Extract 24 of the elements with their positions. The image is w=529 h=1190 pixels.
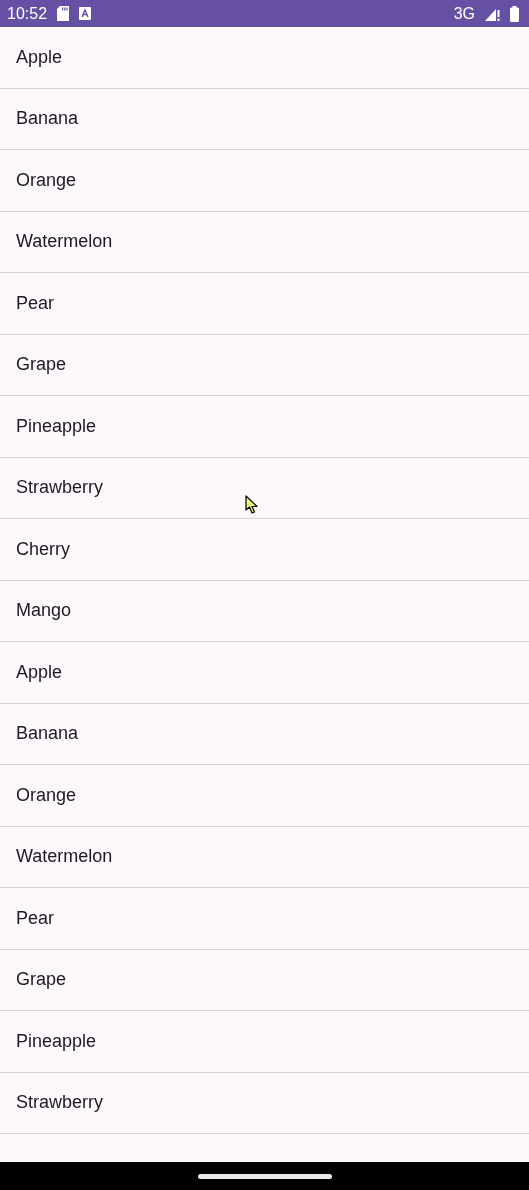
list-item[interactable]: Grape — [0, 334, 529, 396]
list-item[interactable]: Apple — [0, 642, 529, 704]
list-item[interactable]: Cherry — [0, 519, 529, 581]
list-item[interactable]: Strawberry — [0, 1072, 529, 1134]
list-item[interactable]: Pineapple — [0, 1011, 529, 1073]
network-type: 3G — [453, 4, 475, 23]
list-item[interactable]: Pineapple — [0, 396, 529, 458]
list-item[interactable]: Watermelon — [0, 826, 529, 888]
list-item[interactable]: Orange — [0, 765, 529, 827]
home-indicator[interactable] — [197, 1173, 332, 1179]
list-item[interactable]: Grape — [0, 949, 529, 1011]
list-item[interactable]: Orange — [0, 150, 529, 212]
list-item[interactable]: Mango — [0, 580, 529, 642]
list-item[interactable]: Banana — [0, 703, 529, 765]
list-item[interactable]: Watermelon — [0, 211, 529, 273]
keyboard-app-icon — [79, 7, 92, 20]
battery-icon — [510, 5, 519, 22]
status-time: 10:52 — [7, 4, 48, 23]
list-item[interactable]: Pear — [0, 273, 529, 335]
sd-card-icon — [57, 6, 70, 21]
mouse-pointer-icon — [245, 495, 259, 515]
list-item[interactable]: Apple — [0, 27, 529, 89]
list-item[interactable]: Banana — [0, 88, 529, 150]
list-item[interactable]: Pear — [0, 888, 529, 950]
